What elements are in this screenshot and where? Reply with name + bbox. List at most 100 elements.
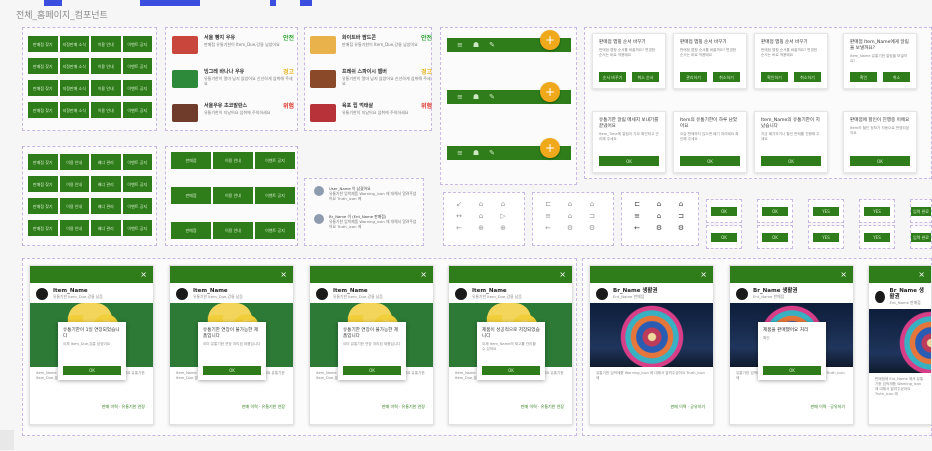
nav-button[interactable]: 배너 관리 [91, 220, 121, 236]
nav-button[interactable]: 이용 안내 [91, 102, 121, 118]
modal-ok-button[interactable]: OK [482, 366, 540, 375]
nav-button[interactable]: 이용 안내 [91, 80, 121, 96]
ui-icon[interactable]: ⊕ [478, 224, 484, 232]
nav-button[interactable]: 판매점 [171, 187, 211, 204]
dialog-confirm-button[interactable]: 순서 바꾸기 [599, 72, 626, 82]
close-icon[interactable]: × [559, 270, 566, 279]
nav-button[interactable]: 이벤트 공지 [122, 102, 152, 118]
ui-icon[interactable]: ↔ [456, 212, 462, 220]
close-icon[interactable]: × [140, 270, 147, 279]
close-icon[interactable]: × [700, 270, 707, 279]
dialog-ok-button[interactable]: OK [761, 156, 821, 166]
nav-button[interactable]: 배너 관리 [91, 198, 121, 214]
dialog-cancel-button[interactable]: 취소 순서 [632, 72, 659, 82]
post-links[interactable]: 판매 이력 · 공유하기 [670, 404, 705, 410]
nav-button[interactable]: 판매점 찾기 [28, 198, 58, 214]
ui-icon[interactable]: ⚙ [678, 224, 684, 232]
nav-button[interactable]: 이벤트 공지 [122, 36, 152, 52]
nav-button[interactable]: 판매점 찾기 [28, 220, 58, 236]
add-fab-button[interactable]: + [540, 138, 560, 158]
chip-button[interactable]: 입력 완료 [911, 206, 931, 216]
add-fab-button[interactable]: + [540, 30, 560, 50]
nav-button[interactable]: 판매점 [171, 152, 211, 169]
stock-item[interactable]: 육포 립 먹태살 위험 유통기한이 지났어요 섭취에 주의하세요 [310, 103, 432, 122]
menu-icon[interactable]: ≡ [457, 93, 463, 101]
close-icon[interactable]: × [918, 270, 925, 279]
nav-button[interactable]: 지정판매 소식 [59, 36, 89, 52]
ui-icon[interactable]: ⌂ [657, 212, 661, 220]
nav-button[interactable]: 이벤트 공지 [122, 154, 152, 170]
ui-icon[interactable]: ← [634, 224, 640, 232]
ui-icon[interactable]: ⊐ [589, 212, 595, 220]
nav-button[interactable]: 이용 안내 [59, 154, 89, 170]
home-icon[interactable]: ☗ [473, 149, 479, 157]
stock-item[interactable]: 서울우유 초코발란스 위험 유통기한이 지났어요 섭취에 주의하세요 [172, 103, 294, 122]
dialog-cancel-button[interactable]: 취소 [883, 72, 910, 82]
nav-button[interactable]: 판매점 찾기 [28, 36, 58, 52]
nav-button[interactable]: 이용 안내 [213, 187, 253, 204]
ui-icon[interactable]: ⌂ [479, 200, 483, 208]
ui-icon[interactable]: ⊏ [545, 200, 551, 208]
ui-icon[interactable]: ⚙ [589, 224, 595, 232]
nav-button[interactable]: 이용 안내 [59, 220, 89, 236]
chip-button[interactable]: OK [762, 206, 788, 216]
chip-button[interactable]: OK [711, 232, 737, 242]
ui-icon[interactable]: ⚙ [656, 224, 662, 232]
ui-icon[interactable]: ⌂ [479, 212, 483, 220]
chip-button[interactable]: 입력 완료 [911, 232, 931, 242]
dialog-cancel-button[interactable]: 취소하기 [713, 72, 740, 82]
ui-icon[interactable]: ⚙ [567, 224, 573, 232]
dialog-confirm-button[interactable]: 확인 [850, 72, 877, 82]
nav-button[interactable]: 이용 안내 [59, 176, 89, 192]
nav-button[interactable]: 판매점 [171, 222, 211, 239]
chip-button[interactable]: YES [864, 206, 890, 216]
dialog-confirm-button[interactable]: 확인하기 [761, 72, 788, 82]
nav-button[interactable]: 이벤트 공지 [255, 187, 295, 204]
edit-icon[interactable]: ✎ [489, 41, 495, 49]
dialog-ok-button[interactable]: OK [680, 156, 740, 166]
chip-button[interactable]: YES [813, 206, 839, 216]
ui-icon[interactable]: ↙ [456, 200, 462, 208]
nav-button[interactable]: 이용 안내 [59, 198, 89, 214]
edit-icon[interactable]: ✎ [489, 149, 495, 157]
dialog-ok-button[interactable]: OK [599, 156, 659, 166]
add-fab-button[interactable]: + [540, 82, 560, 102]
stock-item[interactable]: 프레쉬 스파이시 햄버 경고 유통기한이 얼마 남지 않았어요 신선하게 섭취해 주… [310, 69, 432, 88]
menu-icon[interactable]: ≡ [457, 41, 463, 49]
chip-button[interactable]: OK [762, 232, 788, 242]
nav-button[interactable]: 이용 안내 [213, 222, 253, 239]
ui-icon[interactable]: ≡ [545, 212, 551, 220]
chip-button[interactable]: YES [864, 232, 890, 242]
stock-item[interactable]: 서울 빵지 우유 안전 판매점 유통기한이 Item_Due,강릉 남았어요 [172, 35, 294, 54]
post-links[interactable]: 판매 이력 · 유통기한 연장 [521, 404, 564, 410]
chip-button[interactable]: YES [813, 232, 839, 242]
stock-item[interactable]: 빙그레 바나나 우유 경고 유통기한이 얼마 남지 않았어요 신선하게 섭취해 주세… [172, 69, 294, 88]
nav-button[interactable]: 이용 안내 [213, 152, 253, 169]
modal-ok-button[interactable]: OK [63, 366, 121, 375]
ui-icon[interactable]: ≡ [634, 212, 640, 220]
dialog-cancel-button[interactable]: 취소하기 [794, 72, 821, 82]
nav-button[interactable]: 이용 안내 [91, 58, 121, 74]
dialog-ok-button[interactable]: OK [850, 156, 910, 166]
nav-button[interactable]: 판매점 찾기 [28, 58, 58, 74]
nav-button[interactable]: 지정판매 소식 [59, 58, 89, 74]
post-links[interactable]: 판매 이력 · 유통기한 연장 [382, 404, 425, 410]
ui-icon[interactable]: ← [545, 224, 551, 232]
ui-icon[interactable]: ▷ [500, 212, 505, 220]
nav-button[interactable]: 이벤트 공지 [122, 220, 152, 236]
ui-icon[interactable]: ⌂ [657, 200, 661, 208]
nav-button[interactable]: 배너 관리 [91, 176, 121, 192]
ui-icon[interactable]: ⊐ [678, 212, 684, 220]
home-icon[interactable]: ☗ [473, 93, 479, 101]
nav-button[interactable]: 판매점 찾기 [28, 102, 58, 118]
ui-icon[interactable]: ← [456, 224, 462, 232]
nav-button[interactable]: 이벤트 공지 [255, 152, 295, 169]
post-links[interactable]: 판매 이력 · 유통기한 연장 [102, 404, 145, 410]
nav-button[interactable]: 이벤트 공지 [122, 58, 152, 74]
ui-icon[interactable]: ⌂ [568, 212, 572, 220]
ui-icon[interactable]: ⌂ [568, 200, 572, 208]
home-icon[interactable]: ☗ [473, 41, 479, 49]
menu-icon[interactable]: ≡ [457, 149, 463, 157]
close-icon[interactable]: × [840, 270, 847, 279]
nav-button[interactable]: 판매점 찾기 [28, 154, 58, 170]
